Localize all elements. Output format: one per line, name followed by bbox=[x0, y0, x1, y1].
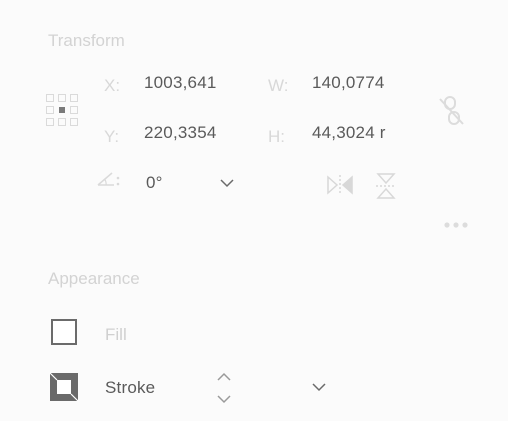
ref-point-center[interactable] bbox=[59, 107, 65, 113]
stroke-label: Stroke bbox=[105, 378, 156, 397]
ref-point-bottom-center[interactable] bbox=[58, 118, 66, 126]
x-label: X: bbox=[104, 76, 121, 95]
ref-point-top-left[interactable] bbox=[46, 94, 54, 102]
angle-icon bbox=[96, 170, 122, 188]
ref-point-bottom-right[interactable] bbox=[70, 118, 78, 126]
x-input[interactable]: 1003,641 bbox=[144, 73, 217, 93]
chevron-down-icon[interactable] bbox=[219, 178, 235, 188]
unlink-chain-icon[interactable] bbox=[438, 95, 466, 127]
ref-point-top-right[interactable] bbox=[70, 94, 78, 102]
h-label: H: bbox=[268, 127, 285, 146]
stroke-dropdown-chevron-icon[interactable] bbox=[311, 382, 327, 392]
ref-point-middle-left[interactable] bbox=[46, 106, 54, 114]
ref-point-middle-right[interactable] bbox=[70, 106, 78, 114]
y-label: Y: bbox=[104, 127, 120, 146]
fill-label: Fill bbox=[105, 325, 127, 344]
h-input[interactable]: 44,3024 r bbox=[312, 123, 386, 143]
reference-point-grid-icon[interactable] bbox=[46, 94, 78, 126]
y-input[interactable]: 220,3354 bbox=[144, 123, 217, 143]
more-options-icon[interactable] bbox=[442, 220, 472, 230]
ref-point-top-center[interactable] bbox=[58, 94, 66, 102]
fill-checkbox[interactable] bbox=[51, 319, 77, 345]
rotation-input[interactable]: 0° bbox=[146, 173, 163, 193]
w-input[interactable]: 140,0774 bbox=[312, 73, 385, 93]
flip-vertical-icon[interactable] bbox=[375, 172, 397, 200]
w-label: W: bbox=[268, 76, 289, 95]
ref-point-bottom-left[interactable] bbox=[46, 118, 54, 126]
stepper-icon[interactable] bbox=[215, 372, 233, 404]
appearance-section-title: Appearance bbox=[48, 269, 140, 288]
transform-section-title: Transform bbox=[48, 31, 125, 50]
stroke-checkbox[interactable] bbox=[49, 372, 79, 402]
flip-horizontal-icon[interactable] bbox=[326, 174, 354, 196]
